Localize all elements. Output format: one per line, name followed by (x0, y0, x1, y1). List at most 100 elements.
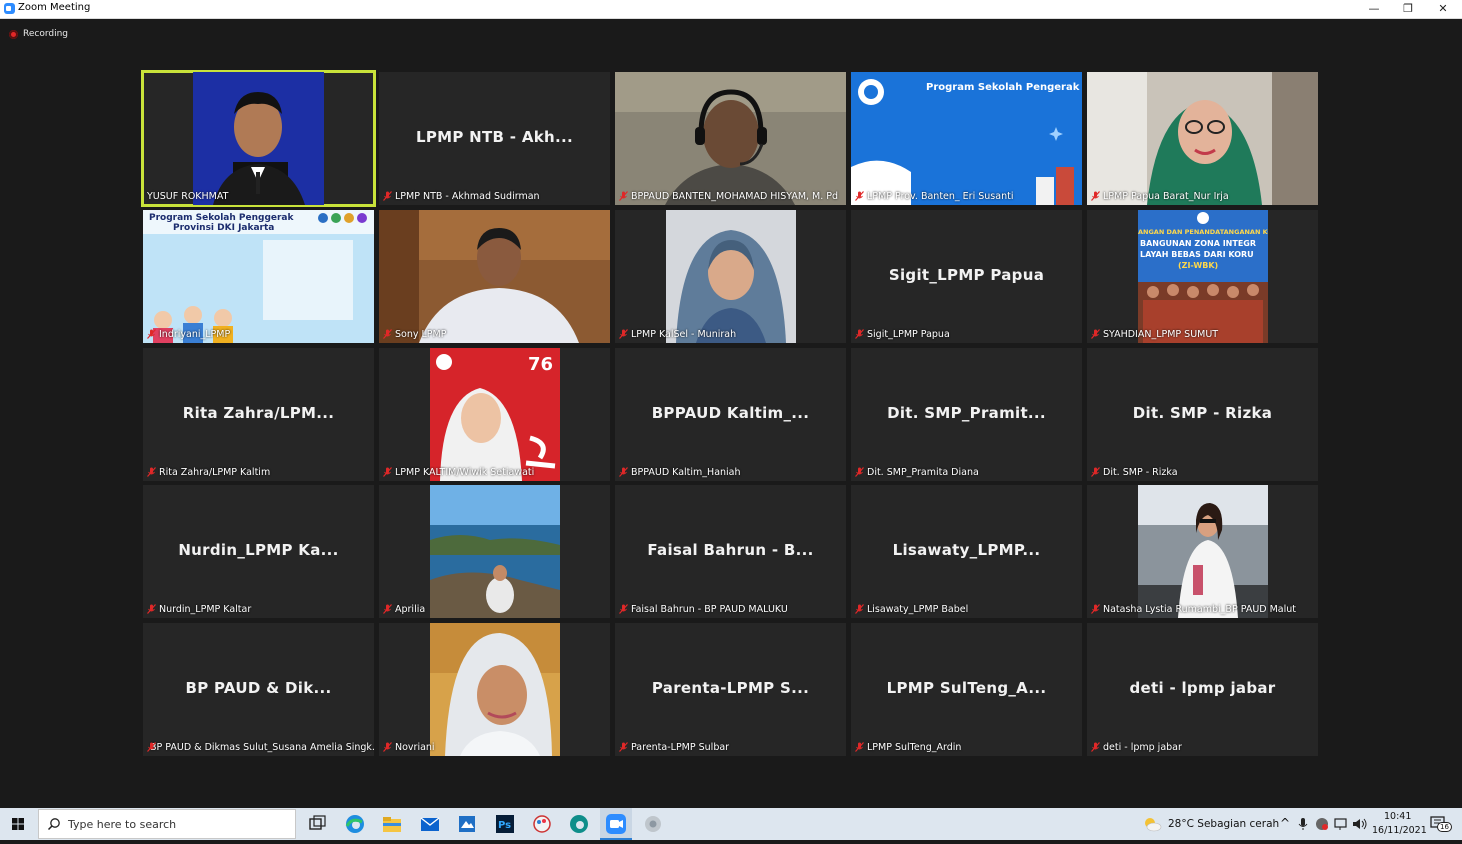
zoom-icon (606, 814, 626, 834)
notification-center-button[interactable]: 16 (1430, 816, 1452, 832)
participant-photo: Program Sekolah PenggerakProvinsi DKI Ja… (143, 210, 374, 343)
participant-name-label: BP PAUD & Dikmas Sulut_Susana Amelia Sin… (147, 740, 374, 754)
muted-mic-icon (619, 467, 628, 477)
paint-app-icon[interactable] (531, 813, 553, 835)
participant-tile[interactable]: Dit. SMP_Pramit... Dit. SMP_Pramita Diana (851, 348, 1082, 481)
participant-tile[interactable]: LPMP SulTeng_A... LPMP SulTeng_Ardin (851, 623, 1082, 756)
participant-tile[interactable]: Dit. SMP - Rizka Dit. SMP - Rizka (1087, 348, 1318, 481)
participant-tile[interactable]: Sony LPMP (379, 210, 610, 343)
weather-cloud-sun-icon (1145, 818, 1162, 832)
participant-display-name: Dit. SMP_Pramit... (887, 404, 1046, 422)
participant-name-label: Sony LPMP (383, 327, 446, 341)
participant-name: Parenta-LPMP Sulbar (631, 741, 730, 753)
edge-browser-icon[interactable] (344, 813, 366, 835)
muted-mic-icon (147, 604, 156, 614)
banner-text: BANGUNAN ZONA INTEGR (1140, 239, 1256, 248)
restore-button[interactable]: ❐ (1391, 0, 1425, 18)
participant-name: LPMP Prov. Banten_ Eri Susanti (867, 190, 1014, 202)
participant-tile[interactable]: Program Sekolah Penggerak Provinsi DKI Ja… (143, 210, 374, 343)
window-titlebar: Zoom Meeting — ❐ ✕ (0, 0, 1462, 19)
participant-name-label: YUSUF ROKHMAT (147, 189, 228, 203)
banner-text: (ZI-WBK) (1178, 261, 1218, 270)
participant-tile[interactable]: ANGAN DAN PENANDATANGANAN KO BANGUNAN ZON… (1087, 210, 1318, 343)
participant-tile[interactable]: BP PAUD & Dik... BP PAUD & Dikmas Sulut_S… (143, 623, 374, 756)
participant-tile[interactable]: LPMP NTB - Akh... LPMP NTB - Akhmad Sudir… (379, 72, 610, 205)
participant-tile[interactable]: deti - lpmp jabar deti - lpmp jabar (1087, 623, 1318, 756)
participant-tile[interactable]: Natasha Lystia Rumambi_BP PAUD Malut (1087, 485, 1318, 618)
file-explorer-icon[interactable] (381, 813, 403, 835)
participant-tile[interactable]: YUSUF ROKHMAT (141, 70, 376, 207)
edge-dev-icon[interactable] (568, 813, 590, 835)
participant-name: Indriyani_LPMP (159, 328, 231, 340)
antivirus-icon[interactable] (1315, 817, 1329, 831)
participant-tile[interactable]: Parenta-LPMP S... Parenta-LPMP Sulbar (615, 623, 846, 756)
participant-tile[interactable]: Aprilia (379, 485, 610, 618)
participant-name: BPPAUD BANTEN_MOHAMAD HISYAM, M. Pd (631, 190, 839, 202)
task-view-icon[interactable] (306, 813, 328, 835)
participant-name-label: Faisal Bahrun - BP PAUD MALUKU (619, 602, 788, 616)
participant-tile[interactable]: Rita Zahra/LPM... Rita Zahra/LPMP Kaltim (143, 348, 374, 481)
participant-display-name: Faisal Bahrun - B... (647, 541, 814, 559)
speaker-icon[interactable] (1352, 817, 1368, 831)
participant-name-label: Dit. SMP_Pramita Diana (855, 465, 979, 479)
participant-tile[interactable]: BPPAUD BANTEN_MOHAMAD HISYAM, M. Pd (615, 72, 846, 205)
clock-date[interactable]: 16/11/2021 (1372, 825, 1427, 836)
participant-tile[interactable]: LPMP KalSel - Munirah (615, 210, 846, 343)
participant-tile[interactable]: Program Sekolah Pengerak LPMP Prov. Bante… (851, 72, 1082, 205)
chrome-icon[interactable] (642, 813, 664, 835)
start-button[interactable] (0, 808, 36, 840)
participant-tile[interactable]: Novriani (379, 623, 610, 756)
taskbar-search-box[interactable]: Type here to search (38, 809, 296, 839)
minimize-button[interactable]: — (1357, 0, 1391, 18)
muted-mic-icon (383, 467, 392, 477)
participant-display-name: LPMP SulTeng_A... (886, 679, 1047, 697)
participant-tile[interactable]: Sigit_LPMP Papua Sigit_LPMP Papua (851, 210, 1082, 343)
participant-photo (379, 210, 610, 343)
participant-tile[interactable]: 76 LPMP KALTIM/Wiwik Setiawati (379, 348, 610, 481)
muted-mic-icon (619, 191, 628, 201)
muted-mic-icon (1091, 742, 1100, 752)
close-button[interactable]: ✕ (1426, 0, 1460, 18)
participant-tile[interactable]: Nurdin_LPMP Ka... Nurdin_LPMP Kaltar (143, 485, 374, 618)
participant-name-label: Indriyani_LPMP (147, 327, 230, 341)
participant-name: Sony LPMP (395, 328, 447, 340)
participant-name: Sigit_LPMP Papua (867, 328, 950, 340)
participant-name: SYAHDIAN_LPMP SUMUT (1103, 328, 1219, 340)
muted-mic-icon (383, 742, 392, 752)
participant-name: LPMP SulTeng_Ardin (867, 741, 962, 753)
participant-display-name: Parenta-LPMP S... (651, 679, 810, 697)
muted-mic-icon (1091, 191, 1100, 201)
participant-tile[interactable]: Lisawaty_LPMP... Lisawaty_LPMP Babel (851, 485, 1082, 618)
participant-tile[interactable]: LPMP Papua Barat_Nur Irja (1087, 72, 1318, 205)
participant-photo (193, 72, 324, 205)
store-icon[interactable] (456, 813, 478, 835)
weather-text[interactable]: 28°C Sebagian cerah (1168, 818, 1279, 830)
participant-tile[interactable]: BPPAUD Kaltim_... BPPAUD Kaltim_Haniah (615, 348, 846, 481)
participant-name: Novriani (395, 741, 435, 753)
microphone-icon[interactable] (1298, 817, 1308, 831)
recording-indicator[interactable]: Recording (9, 27, 68, 41)
participant-photo: 76 (429, 348, 560, 481)
participant-tile[interactable]: Faisal Bahrun - B... Faisal Bahrun - BP P… (615, 485, 846, 618)
participant-name: LPMP KALTIM/Wiwik Setiawati (395, 466, 535, 478)
svg-text:Ps: Ps (498, 820, 511, 831)
clock-time[interactable]: 10:41 (1384, 811, 1411, 822)
muted-mic-icon (855, 191, 864, 201)
chevron-up-icon[interactable]: ^ (1280, 816, 1290, 830)
participant-name: Natasha Lystia Rumambi_BP PAUD Malut (1103, 603, 1297, 615)
participant-photo: Program Sekolah Pengerak (851, 72, 1082, 205)
photoshop-icon[interactable]: Ps (494, 813, 516, 835)
banner-text: Program Sekolah Penggerak (149, 213, 295, 223)
network-icon[interactable] (1334, 817, 1348, 831)
participant-name-label: Aprilia (383, 602, 425, 616)
mail-icon[interactable] (419, 813, 441, 835)
participant-display-name: Rita Zahra/LPM... (182, 404, 335, 422)
participant-name-label: LPMP SulTeng_Ardin (855, 740, 961, 754)
banner-text: Provinsi DKI Jakarta (173, 223, 274, 233)
participant-name: BP PAUD & Dikmas Sulut_Susana Amelia Sin… (150, 741, 374, 753)
participant-name: Lisawaty_LPMP Babel (867, 603, 969, 615)
search-icon (47, 818, 60, 831)
participant-name: LPMP KalSel - Munirah (631, 328, 737, 340)
zoom-taskbar-button[interactable] (600, 808, 632, 840)
participant-name-label: LPMP NTB - Akhmad Sudirman (383, 189, 540, 203)
